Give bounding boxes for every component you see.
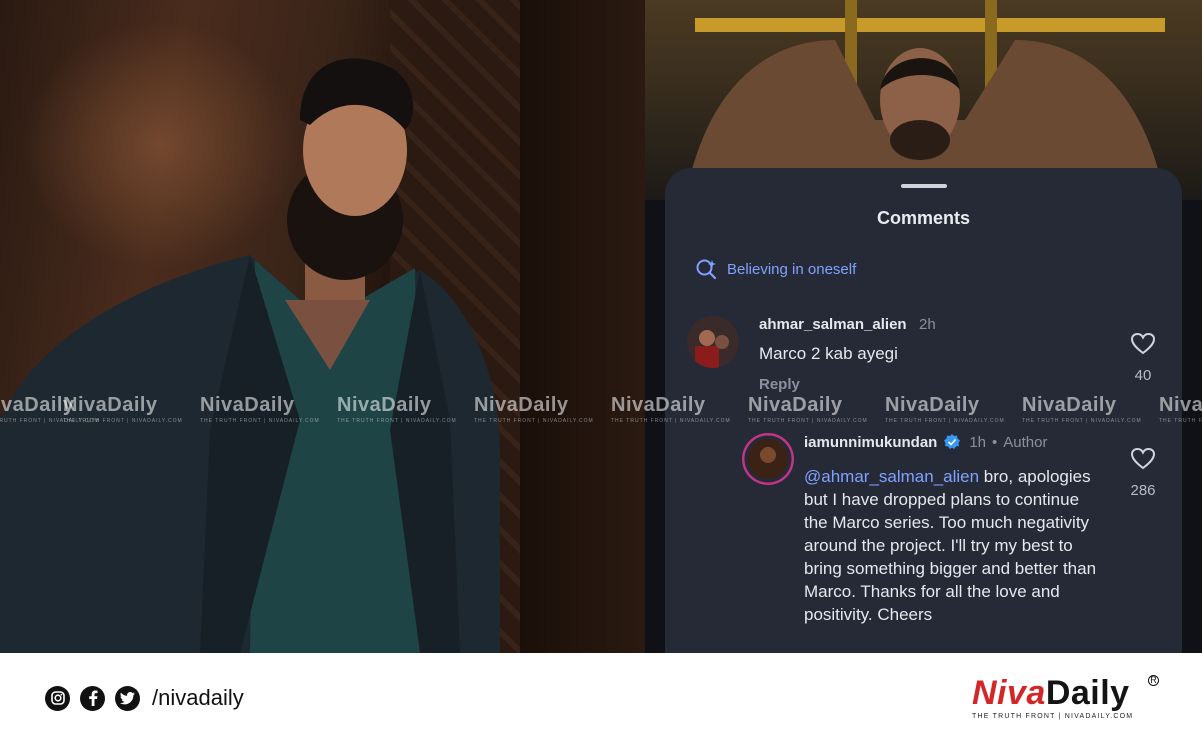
logo-daily-text: Daily — [1045, 674, 1130, 712]
drag-handle[interactable] — [901, 184, 947, 188]
heart-icon[interactable] — [1130, 447, 1156, 471]
search-sparkle-icon — [696, 259, 717, 280]
comment-username[interactable]: ahmar_salman_alien — [759, 316, 907, 333]
comment-time: 2h — [919, 316, 936, 333]
facebook-icon[interactable] — [80, 685, 105, 711]
heart-icon[interactable] — [1130, 332, 1156, 356]
reply-body: bro, apologies but I have dropped plans … — [804, 467, 1097, 624]
search-suggestion-chip[interactable]: Believing in oneself — [695, 258, 856, 280]
comment-item: ahmar_salman_alien 2h Marco 2 kab ayegi … — [687, 316, 1167, 406]
instagram-icon[interactable] — [45, 685, 70, 711]
actor-portrait — [0, 0, 645, 653]
watermark: NivaDailyTHE TRUTH FRONT | NIVADAILY.COM — [337, 394, 457, 424]
author-tag: Author — [1003, 433, 1048, 451]
search-suggestion-text: Believing in oneself — [727, 260, 857, 278]
comments-title: Comments — [876, 208, 970, 228]
mention-link[interactable]: @ahmar_salman_alien — [804, 467, 979, 486]
like-count: 286 — [1130, 482, 1156, 499]
comment-time: 1h — [969, 433, 987, 451]
watermark: NivaDailyTHE TRUTH FRONT | NIVADAILY.COM — [474, 394, 594, 424]
footer-bar: /nivadaily NivaDaily THE TRUTH FRONT | N… — [0, 653, 1202, 743]
comment-text: @ahmar_salman_alien bro, apologies but I… — [804, 465, 1106, 626]
watermark: NivaDailyTHE TRUTH FRONT | NIVADAILY.COM — [748, 394, 868, 424]
comment-reply-item: iamunnimukundan 1h • Author @ahmar_salma… — [742, 433, 1167, 653]
like-control[interactable]: 40 — [1123, 332, 1163, 384]
watermark: NivaDailyTHE TRUTH FRONT | NIVADAILY.COM — [200, 394, 320, 424]
like-count: 40 — [1134, 367, 1152, 384]
watermark: NivaDailyTHE TRUTH FRONT | NIVADAILY.COM — [885, 394, 1005, 424]
comment-text: Marco 2 kab ayegi — [759, 344, 898, 363]
avatar[interactable] — [742, 433, 794, 485]
watermark: NivaDailyTHE TRUTH FRONT | NIVADAILY.COM — [611, 394, 731, 424]
reply-button[interactable]: Reply — [759, 376, 800, 393]
watermark: NivaDailyTHE TRUTH FRONT | NIVADAILY.COM — [1159, 394, 1202, 424]
comment-username[interactable]: iamunnimukundan — [804, 434, 937, 451]
watermark: NivaDailyTHE TRUTH FRONT | NIVADAILY.COM — [1022, 394, 1142, 424]
actor-figure — [0, 58, 500, 653]
watermark: NivaDailyTHE TRUTH FRONT | NIVADAILY.COM — [63, 394, 183, 424]
avatar[interactable] — [687, 316, 739, 368]
brand-logo[interactable]: NivaDaily THE TRUTH FRONT | NIVADAILY.CO… — [972, 675, 1162, 725]
logo-niva-text: Niva — [972, 674, 1046, 712]
social-links: /nivadaily — [45, 685, 244, 711]
twitter-icon[interactable] — [115, 685, 140, 711]
verified-badge-icon — [944, 434, 961, 449]
registered-mark: R — [1148, 675, 1159, 686]
watermark-band: NivaDailyTHE TRUTH FRONT | NIVADAILY.COM… — [0, 394, 1202, 428]
logo-tagline: THE TRUTH FRONT | NIVADAILY.COM — [972, 713, 1134, 720]
social-handle[interactable]: /nivadaily — [152, 685, 244, 711]
news-photo: Comments Believing in oneself ahmar_salm… — [0, 0, 1202, 653]
like-control[interactable]: 286 — [1123, 447, 1163, 499]
